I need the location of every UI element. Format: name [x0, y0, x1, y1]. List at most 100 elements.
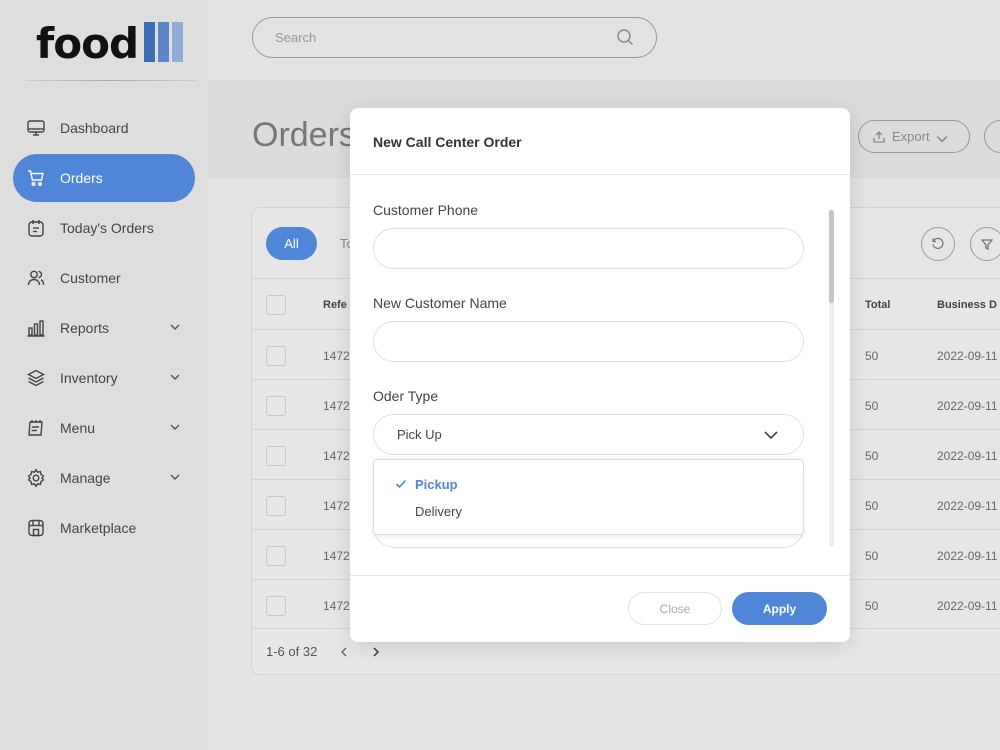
logo-text: food	[36, 19, 139, 68]
filter-tab-all[interactable]: All	[266, 227, 317, 260]
cell-business-date: 2022-09-11	[937, 599, 998, 613]
cell-total: 50	[865, 549, 879, 563]
chevron-down-icon[interactable]	[169, 421, 181, 433]
logo-divider	[26, 80, 196, 81]
pagination-label: 1-6 of 32	[266, 644, 318, 659]
filter-button[interactable]	[970, 227, 1000, 261]
sidebar-nav: Dashboard Orders Today's Orders Customer…	[13, 104, 195, 554]
bar-chart-icon	[26, 318, 46, 338]
filter-icon	[980, 239, 994, 251]
gear-icon	[26, 468, 46, 488]
sidebar-item-label: Customer	[60, 270, 121, 286]
sidebar-item-label: Marketplace	[60, 520, 137, 536]
customer-phone-label: Customer Phone	[373, 202, 479, 218]
row-checkbox[interactable]	[266, 546, 286, 566]
select-all-checkbox[interactable]	[266, 295, 286, 315]
search-bar	[252, 17, 657, 58]
chevron-down-icon[interactable]	[169, 371, 181, 383]
chevron-left-icon[interactable]	[339, 647, 349, 657]
order-type-label: Oder Type	[373, 388, 439, 404]
cell-business-date: 2022-09-11	[937, 499, 998, 513]
modal-divider	[350, 174, 850, 175]
cart-icon	[26, 168, 46, 188]
order-type-select[interactable]: Pick Up	[373, 414, 804, 455]
cell-business-date: 2022-09-11	[937, 549, 998, 563]
sidebar-item-inventory[interactable]: Inventory	[13, 354, 195, 402]
upload-icon	[873, 130, 885, 143]
order-type-value: Pick Up	[397, 427, 442, 442]
layers-icon	[26, 368, 46, 388]
logo-bars-icon	[144, 22, 186, 62]
scrollbar-thumb[interactable]	[829, 210, 834, 303]
users-icon	[26, 268, 46, 288]
cell-total: 50	[865, 349, 879, 363]
chevron-down-icon[interactable]	[169, 471, 181, 483]
cell-total: 50	[865, 599, 879, 613]
customer-name-input[interactable]	[373, 321, 804, 362]
cell-reference: 1472	[323, 549, 350, 563]
column-header-total[interactable]: Total	[865, 299, 890, 311]
sidebar-item-label: Inventory	[60, 370, 118, 386]
brand-logo[interactable]: food	[36, 18, 186, 66]
row-checkbox[interactable]	[266, 446, 286, 466]
store-icon	[26, 518, 46, 538]
close-button[interactable]: Close	[628, 592, 722, 625]
sidebar-item-marketplace[interactable]: Marketplace	[13, 504, 195, 552]
refresh-icon	[932, 237, 944, 250]
check-icon	[395, 479, 407, 489]
sidebar-item-orders[interactable]: Orders	[13, 154, 195, 202]
calendar-icon	[26, 218, 46, 238]
chevron-down-icon[interactable]	[169, 321, 181, 333]
cell-reference: 1472	[323, 349, 350, 363]
sidebar-item-reports[interactable]: Reports	[13, 304, 195, 352]
cell-total: 50	[865, 449, 879, 463]
chevron-down-icon	[764, 431, 778, 440]
cell-business-date: 2022-09-11	[937, 399, 998, 413]
sidebar-item-label: Reports	[60, 320, 110, 336]
cell-total: 50	[865, 399, 879, 413]
cell-reference: 1472	[323, 499, 350, 513]
new-call-center-order-modal: New Call Center Order Customer Phone New…	[350, 108, 850, 642]
sidebar-item-customer[interactable]: Customer	[13, 254, 195, 302]
modal-scrollbar[interactable]	[829, 210, 834, 547]
export-label: Export	[892, 129, 930, 144]
sidebar-item-label: Manage	[60, 470, 111, 486]
menu-card-icon	[26, 418, 46, 438]
cell-reference: 1472	[323, 599, 350, 613]
column-header-reference[interactable]: Refe	[323, 299, 347, 311]
sidebar-item-label: Dashboard	[60, 120, 129, 136]
column-header-business-date[interactable]: Business D	[937, 299, 997, 311]
export-button[interactable]: Export	[858, 120, 970, 153]
chevron-down-icon	[936, 136, 948, 143]
pagination: 1-6 of 32	[266, 644, 381, 659]
modal-title: New Call Center Order	[373, 134, 522, 150]
apply-button[interactable]: Apply	[732, 592, 827, 625]
cell-business-date: 2022-09-11	[937, 349, 998, 363]
dropdown-option-pickup[interactable]: Pickup	[415, 477, 458, 492]
modal-divider	[350, 575, 850, 576]
sidebar-item-label: Menu	[60, 420, 96, 436]
customer-phone-input[interactable]	[373, 228, 804, 269]
sidebar-item-menu[interactable]: Menu	[13, 404, 195, 452]
cell-reference: 1472	[323, 399, 350, 413]
row-checkbox[interactable]	[266, 396, 286, 416]
sidebar-item-label: Orders	[60, 170, 103, 186]
cell-reference: 1472	[323, 449, 350, 463]
dropdown-option-delivery[interactable]: Delivery	[415, 504, 462, 519]
monitor-icon	[26, 118, 46, 138]
row-checkbox[interactable]	[266, 496, 286, 516]
cell-business-date: 2022-09-11	[937, 449, 998, 463]
customer-name-label: New Customer Name	[373, 295, 507, 311]
cell-total: 50	[865, 499, 879, 513]
sidebar-item-dashboard[interactable]: Dashboard	[13, 104, 195, 152]
row-checkbox[interactable]	[266, 596, 286, 616]
order-type-dropdown: Pickup Delivery	[373, 459, 804, 535]
refresh-button[interactable]	[921, 227, 955, 261]
search-input[interactable]	[275, 30, 605, 45]
sidebar-item-todays-orders[interactable]: Today's Orders	[13, 204, 195, 252]
page-title: Orders	[252, 116, 356, 154]
chevron-right-icon[interactable]	[371, 647, 381, 657]
search-icon[interactable]	[616, 28, 634, 46]
sidebar-item-manage[interactable]: Manage	[13, 454, 195, 502]
row-checkbox[interactable]	[266, 346, 286, 366]
